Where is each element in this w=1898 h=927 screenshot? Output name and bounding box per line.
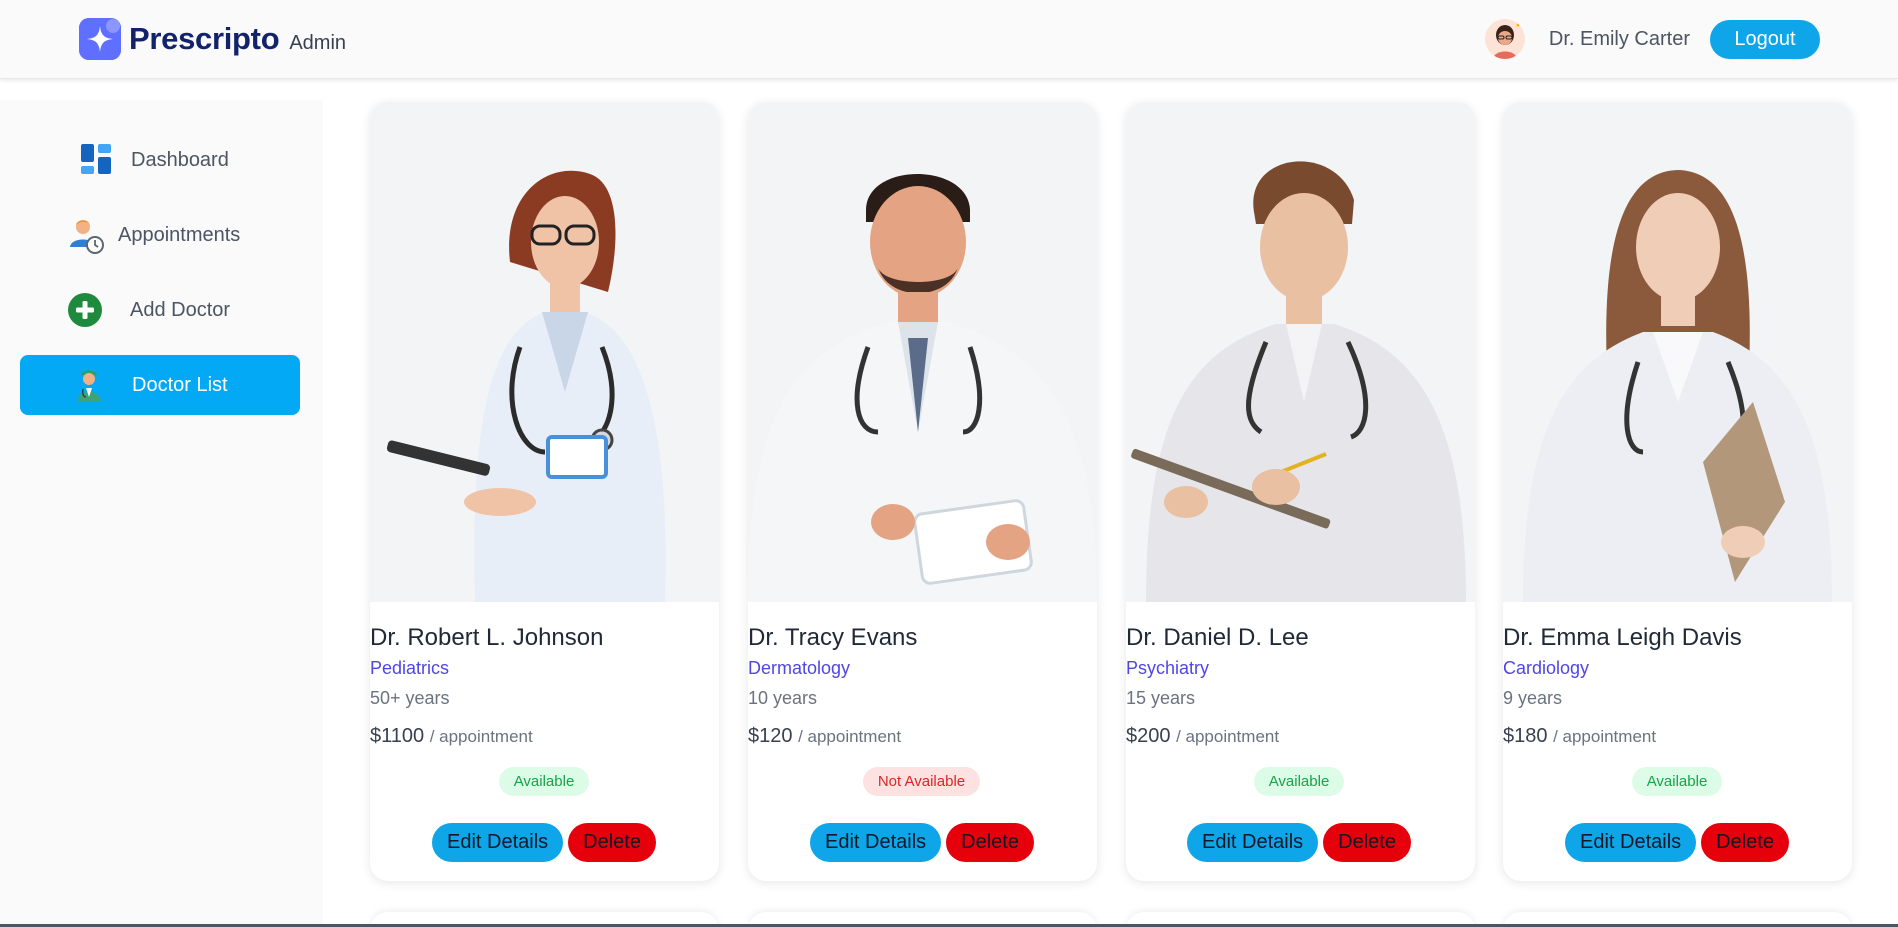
sidebar-item-doctor-list[interactable]: Doctor List	[20, 355, 300, 415]
doctor-experience: 9 years	[1503, 688, 1563, 708]
doctor-experience: 10 years	[748, 688, 818, 708]
doctor-name: Dr. Emma Leigh Davis	[1503, 624, 1742, 651]
sidebar-item-label: Add Doctor	[130, 298, 231, 321]
appointments-icon	[67, 217, 104, 254]
fee-suffix: / appointment	[798, 727, 902, 746]
fee-amount: $200	[1126, 725, 1171, 747]
doctor-speciality: Cardiology	[1503, 658, 1590, 678]
sidebar-item-add-doctor[interactable]: Add Doctor	[20, 280, 300, 340]
edit-details-button[interactable]: Edit Details	[1565, 823, 1697, 862]
doctor-fee: $180 / appointment	[1503, 725, 1852, 748]
sidebar: Dashboard Appointments Add Doctor Doctor…	[0, 100, 323, 927]
doctor-experience: 15 years	[1126, 688, 1196, 708]
doctor-name: Dr. Tracy Evans	[748, 624, 918, 651]
edit-details-button[interactable]: Edit Details	[810, 823, 942, 862]
doctor-photo	[1126, 102, 1475, 602]
doctor-icon	[72, 367, 108, 403]
doctor-card[interactable]: Dr. Robert L. Johnson Pediatrics 50+ yea…	[370, 102, 719, 881]
doctor-photo	[748, 102, 1097, 602]
sidebar-item-appointments[interactable]: Appointments	[20, 205, 300, 265]
admin-name: Dr. Emily Carter	[1548, 27, 1690, 50]
doctor-name: Dr. Daniel D. Lee	[1126, 624, 1309, 651]
status-badge: Available	[1254, 767, 1344, 796]
fee-suffix: / appointment	[1553, 727, 1657, 746]
sidebar-item-dashboard[interactable]: Dashboard	[20, 130, 300, 190]
fee-amount: $120	[748, 725, 793, 747]
fee-suffix: / appointment	[1176, 727, 1280, 746]
dashboard-icon	[79, 142, 115, 178]
brand-admin-label: Admin	[289, 31, 347, 54]
sidebar-item-label: Dashboard	[131, 148, 229, 171]
delete-button[interactable]: Delete	[1701, 823, 1789, 862]
admin-avatar[interactable]	[1484, 19, 1525, 59]
delete-button[interactable]: Delete	[568, 823, 656, 862]
status-badge: Available	[499, 767, 589, 796]
fee-suffix: / appointment	[429, 727, 533, 746]
fee-amount: $1100	[370, 725, 425, 747]
delete-button[interactable]: Delete	[1323, 823, 1411, 862]
fee-amount: $180	[1503, 725, 1548, 747]
prescripto-logo-icon	[79, 18, 121, 60]
edit-details-button[interactable]: Edit Details	[1187, 823, 1319, 862]
delete-button[interactable]: Delete	[946, 823, 1034, 862]
card-actions: Edit Details Delete	[432, 823, 656, 862]
brand[interactable]: Prescripto Admin	[79, 18, 346, 60]
doctor-card[interactable]: Dr. Daniel D. Lee Psychiatry 15 years $2…	[1126, 102, 1475, 881]
header-user-area: Dr. Emily Carter Logout	[1484, 19, 1820, 59]
doctor-fee: $1100 / appointment	[370, 725, 719, 748]
card-actions: Edit Details Delete	[1565, 823, 1789, 862]
logout-button[interactable]: Logout	[1710, 19, 1820, 59]
top-header: Prescripto Admin Dr. Emily Carter Logout	[0, 0, 1898, 79]
doctor-experience: 50+ years	[370, 688, 450, 708]
doctor-name: Dr. Robert L. Johnson	[370, 624, 604, 651]
add-circle-icon	[67, 292, 103, 328]
sidebar-item-label: Appointments	[118, 223, 241, 246]
brand-name: Prescripto	[129, 21, 280, 56]
doctor-photo	[370, 102, 719, 602]
doctor-fee: $120 / appointment	[748, 725, 1097, 748]
doctor-photo	[1503, 102, 1852, 602]
doctor-fee: $200 / appointment	[1126, 725, 1475, 748]
doctor-speciality: Dermatology	[748, 658, 851, 678]
doctor-speciality: Pediatrics	[370, 658, 450, 678]
status-badge: Available	[1632, 767, 1722, 796]
edit-details-button[interactable]: Edit Details	[432, 823, 564, 862]
sidebar-item-label: Doctor List	[132, 373, 228, 396]
doctor-speciality: Psychiatry	[1126, 658, 1210, 678]
doctor-card[interactable]: Dr. Emma Leigh Davis Cardiology 9 years …	[1503, 102, 1852, 881]
card-actions: Edit Details Delete	[1187, 823, 1411, 862]
card-actions: Edit Details Delete	[810, 823, 1034, 862]
doctor-card[interactable]: Dr. Tracy Evans Dermatology 10 years $12…	[748, 102, 1097, 881]
status-badge: Not Available	[863, 767, 980, 796]
